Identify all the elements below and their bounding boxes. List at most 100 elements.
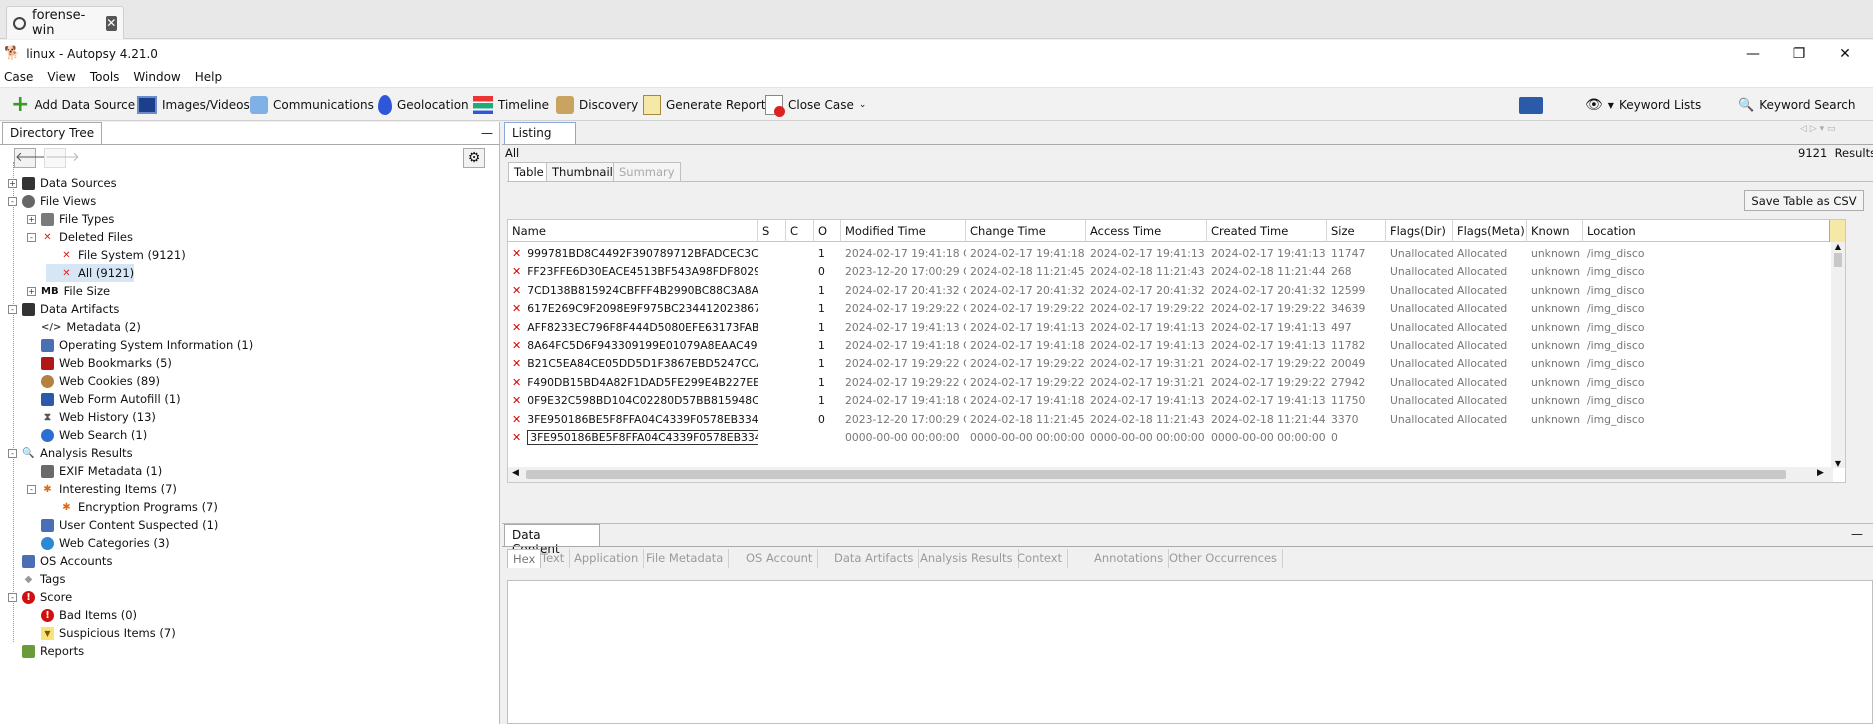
column-header-size[interactable]: Size	[1327, 220, 1386, 242]
expand-icon[interactable]: +	[27, 214, 36, 224]
scroll-right-icon[interactable]: ▶	[1817, 468, 1824, 478]
tree-item-bad-items[interactable]: ! Bad Items (0)	[27, 606, 137, 624]
tree-item-all[interactable]: ✕ All (9121)	[46, 264, 135, 282]
tree-item-web-bookmarks[interactable]: Web Bookmarks (5)	[27, 354, 172, 372]
scroll-left-icon[interactable]: ◀	[512, 468, 519, 478]
tree-item-exif-metadata[interactable]: EXIF Metadata (1)	[27, 462, 162, 480]
scroll-down-icon[interactable]: ▼	[1831, 459, 1845, 468]
tab-listing[interactable]: Listing	[504, 122, 576, 144]
column-header-c[interactable]: C	[786, 220, 814, 242]
column-header-flags-meta[interactable]: Flags(Meta)	[1453, 220, 1527, 242]
vertical-scrollbar[interactable]: ▲ ▼	[1831, 242, 1845, 468]
close-case-button[interactable]: Close Case ⌄	[762, 92, 869, 118]
tree-item-web-history[interactable]: ⧗ Web History (13)	[27, 408, 156, 426]
tab-directory-tree[interactable]: Directory Tree	[2, 122, 103, 144]
horizontal-scroll-thumb[interactable]	[526, 470, 1786, 479]
tree-item-encryption-programs[interactable]: ✱ Encryption Programs (7)	[46, 498, 218, 516]
menu-view[interactable]: View	[47, 70, 75, 84]
menu-case[interactable]: Case	[4, 70, 33, 84]
column-header-location[interactable]: Location	[1583, 220, 1845, 242]
tree-item-file-system[interactable]: ✕ File System (9121)	[46, 246, 185, 264]
tree-item-data-sources[interactable]: + Data Sources	[8, 174, 117, 192]
scroll-up-icon[interactable]: ▲	[1831, 242, 1845, 251]
gear-icon[interactable]: ⚙	[463, 148, 485, 168]
tree-item-web-search[interactable]: Web Search (1)	[27, 426, 147, 444]
tab-data-artifacts[interactable]: Data Artifacts	[829, 549, 920, 568]
tree-item-reports[interactable]: Reports	[8, 642, 84, 660]
tab-application[interactable]: Application	[569, 549, 645, 568]
close-tab-icon[interactable]: ✕	[105, 15, 117, 31]
menu-help[interactable]: Help	[195, 70, 222, 84]
keyword-lists-button[interactable]: 👁 ▼ Keyword Lists	[1582, 92, 1704, 118]
tree-item-score[interactable]: -! Score	[8, 588, 72, 606]
column-header-name[interactable]: Name	[508, 220, 758, 242]
column-header-s[interactable]: S	[758, 220, 786, 242]
restore-button[interactable]: ❐	[1776, 40, 1822, 67]
forward-arrow-icon[interactable]: 🡒	[44, 148, 80, 168]
tab-data-content[interactable]: Data Content	[504, 524, 600, 556]
discovery-button[interactable]: Discovery	[553, 92, 641, 118]
tab-text[interactable]: Text	[536, 549, 571, 568]
tab-annotations[interactable]: Annotations	[1089, 549, 1170, 568]
geolocation-button[interactable]: Geolocation	[375, 92, 472, 118]
column-header-modified-time[interactable]: Modified Time	[841, 220, 966, 242]
add-data-source-button[interactable]: + Add Data Source	[8, 92, 138, 118]
panel-nav-arrows-icon[interactable]: ◁ ▷ ▾ ▭	[1800, 124, 1835, 134]
minimize-button[interactable]: —	[1730, 40, 1776, 67]
collapse-icon[interactable]: -	[8, 196, 17, 206]
tree-item-os-accounts[interactable]: OS Accounts	[8, 552, 112, 570]
save-table-csv-button[interactable]: Save Table as CSV	[1744, 190, 1864, 211]
column-header-flags-dir[interactable]: Flags(Dir)	[1386, 220, 1453, 242]
tab-analysis-results[interactable]: Analysis Results	[915, 549, 1019, 568]
table-row[interactable]: ✕ 3FE950186BE5F8FFA04C4339F0578EB3345327E…	[508, 426, 1845, 448]
email-button[interactable]	[1516, 92, 1546, 118]
tab-context[interactable]: Context	[1012, 549, 1069, 568]
menu-tools[interactable]: Tools	[90, 70, 120, 84]
menu-window[interactable]: Window	[133, 70, 180, 84]
collapse-icon[interactable]: -	[27, 484, 36, 494]
generate-report-button[interactable]: Generate Report	[640, 92, 769, 118]
keyword-search-button[interactable]: 🔍 Keyword Search	[1735, 92, 1858, 118]
tree-item-web-categories[interactable]: Web Categories (3)	[27, 534, 170, 552]
minimize-panel-icon[interactable]: —	[481, 126, 493, 140]
column-header-created-time[interactable]: Created Time	[1207, 220, 1327, 242]
tree-item-interesting-items[interactable]: - ✱ Interesting Items (7)	[27, 480, 177, 498]
tree-item-web-form-autofill[interactable]: Web Form Autofill (1)	[27, 390, 181, 408]
back-arrow-icon[interactable]: 🡐	[14, 148, 50, 168]
column-header-o[interactable]: O	[814, 220, 841, 242]
tree-item-file-views[interactable]: - File Views	[8, 192, 96, 210]
column-header-change-time[interactable]: Change Time	[966, 220, 1086, 242]
collapse-icon[interactable]: -	[8, 592, 17, 602]
tree-item-deleted-files[interactable]: - ✕ Deleted Files	[27, 228, 133, 246]
tab-table[interactable]: Table	[508, 162, 550, 181]
communications-button[interactable]: Communications	[247, 92, 377, 118]
minimize-content-icon[interactable]: —	[1851, 527, 1863, 541]
tree-item-suspicious-items[interactable]: ▼ Suspicious Items (7)	[27, 624, 176, 642]
tree-item-file-types[interactable]: + File Types	[27, 210, 114, 228]
tree-item-user-content-suspected[interactable]: User Content Suspected (1)	[27, 516, 218, 534]
tree-item-tags[interactable]: ◆ Tags	[8, 570, 66, 588]
expand-icon[interactable]: +	[27, 286, 36, 296]
vertical-scroll-thumb[interactable]	[1834, 253, 1842, 267]
timeline-button[interactable]: Timeline	[470, 92, 552, 118]
file-name[interactable]: 3FE950186BE5F8FFA04C4339F0578EB3345327E5	[527, 430, 758, 445]
collapse-icon[interactable]: -	[8, 448, 17, 458]
column-header-known[interactable]: Known	[1527, 220, 1583, 242]
collapse-icon[interactable]: -	[8, 304, 17, 314]
tab-other-occurrences[interactable]: Other Occurrences	[1164, 549, 1284, 568]
column-header-access-time[interactable]: Access Time	[1086, 220, 1207, 242]
tree-item-analysis-results[interactable]: - 🔍 Analysis Results	[8, 444, 133, 462]
expand-icon[interactable]: +	[8, 178, 17, 188]
tree-item-file-size[interactable]: + MB File Size	[27, 282, 110, 300]
tab-summary[interactable]: Summary	[613, 162, 681, 181]
tree-item-operating-system-information[interactable]: Operating System Information (1)	[27, 336, 253, 354]
horizontal-scrollbar[interactable]: ◀ ▶	[508, 467, 1833, 482]
tab-file-metadata[interactable]: File Metadata	[641, 549, 730, 568]
tab-thumbnail[interactable]: Thumbnail	[546, 162, 619, 181]
tree-item-data-artifacts[interactable]: - Data Artifacts	[8, 300, 119, 318]
column-chooser-icon[interactable]	[1829, 220, 1845, 242]
collapse-icon[interactable]: -	[27, 232, 36, 242]
images-videos-button[interactable]: Images/Videos	[134, 92, 253, 118]
tab-os-account[interactable]: OS Account	[741, 549, 819, 568]
close-window-button[interactable]: ✕	[1822, 40, 1868, 67]
